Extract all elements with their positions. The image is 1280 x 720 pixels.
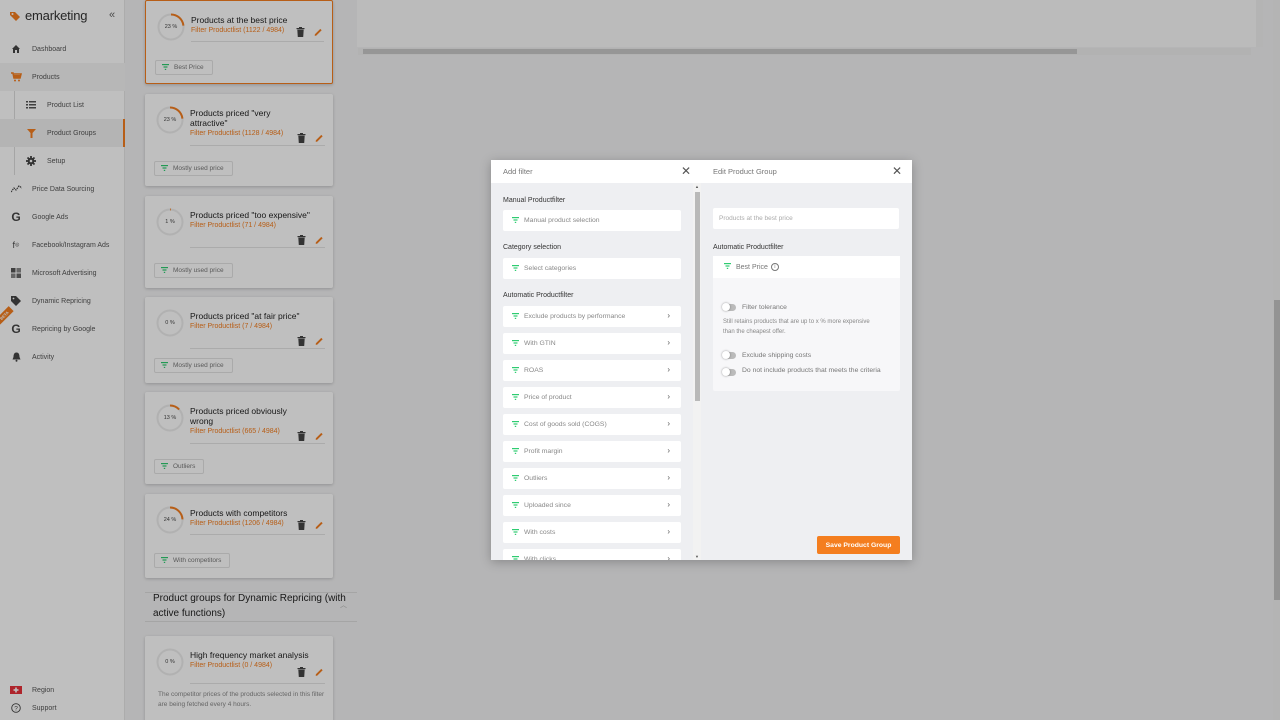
filter-icon bbox=[512, 339, 519, 348]
exclude-matching-row: Do not include products that meets the c… bbox=[722, 365, 888, 376]
filter-icon bbox=[512, 366, 519, 375]
filter-icon bbox=[512, 528, 519, 537]
filter-icon bbox=[512, 393, 519, 402]
add-filter-panel: Manual Productfilter Manual product sele… bbox=[491, 183, 693, 560]
chevron-right-icon: › bbox=[667, 311, 670, 320]
exclude-shipping-toggle[interactable] bbox=[722, 351, 736, 359]
automatic-filter-option[interactable]: Exclude products by performance › bbox=[503, 306, 681, 327]
category-selection-label: Category selection bbox=[503, 244, 561, 251]
filter-icon bbox=[512, 555, 519, 561]
chevron-right-icon: › bbox=[667, 500, 670, 509]
save-product-group-button[interactable]: Save Product Group bbox=[817, 536, 900, 554]
edit-group-panel: Automatic Productfilter Best Price i Fil… bbox=[701, 183, 912, 560]
filter-row-label: ROAS bbox=[524, 367, 544, 374]
exclude-matching-toggle[interactable] bbox=[722, 368, 736, 376]
automatic-filter-option[interactable]: ROAS › bbox=[503, 360, 681, 381]
rule-header: Best Price i bbox=[713, 256, 900, 278]
filter-row-label: Exclude products by performance bbox=[524, 313, 626, 320]
filter-row-label: Profit margin bbox=[524, 448, 563, 455]
filter-row-label: With GTIN bbox=[524, 340, 556, 347]
filter-icon bbox=[512, 216, 519, 225]
chevron-right-icon: › bbox=[667, 446, 670, 455]
chevron-right-icon: › bbox=[667, 365, 670, 374]
automatic-filter-label: Automatic Productfilter bbox=[503, 292, 574, 299]
chevron-right-icon: › bbox=[667, 527, 670, 536]
filter-row-label: Outliers bbox=[524, 475, 548, 482]
automatic-filter-option[interactable]: With clicks › bbox=[503, 549, 681, 560]
filter-icon bbox=[512, 447, 519, 456]
automatic-filter-option[interactable]: Outliers › bbox=[503, 468, 681, 489]
manual-filter-label: Manual Productfilter bbox=[503, 197, 566, 204]
filter-icon bbox=[512, 420, 519, 429]
edit-group-header: Edit Product Group ✕ bbox=[701, 160, 912, 183]
automatic-filter-option[interactable]: Profit margin › bbox=[503, 441, 681, 462]
filter-tolerance-description: Still retains products that are up to x … bbox=[723, 319, 870, 335]
filter-icon bbox=[512, 264, 519, 273]
info-icon[interactable]: i bbox=[770, 263, 779, 271]
automatic-filter-option[interactable]: With GTIN › bbox=[503, 333, 681, 354]
automatic-filter-option[interactable]: With costs › bbox=[503, 522, 681, 543]
filter-icon bbox=[512, 474, 519, 483]
close-icon[interactable]: ✕ bbox=[892, 165, 902, 177]
manual-product-selection-button[interactable]: Manual product selection bbox=[503, 210, 681, 231]
exclude-matching-label: Do not include products that meets the c… bbox=[742, 367, 881, 374]
add-filter-title: Add filter bbox=[503, 167, 533, 176]
close-icon[interactable]: ✕ bbox=[681, 165, 691, 177]
add-filter-header: Add filter ✕ bbox=[491, 160, 701, 183]
automatic-filter-option[interactable]: Uploaded since › bbox=[503, 495, 681, 516]
automatic-filter-label: Automatic Productfilter bbox=[713, 244, 784, 251]
scroll-down-icon[interactable]: ▼ bbox=[695, 554, 699, 559]
filter-tolerance-toggle[interactable] bbox=[722, 303, 736, 311]
exclude-shipping-label: Exclude shipping costs bbox=[742, 352, 812, 359]
filter-icon bbox=[512, 312, 519, 321]
filter-modal: Add filter ✕ Edit Product Group ✕ Manual… bbox=[491, 160, 912, 560]
automatic-filter-option[interactable]: Cost of goods sold (COGS) › bbox=[503, 414, 681, 435]
filter-row-label: Manual product selection bbox=[524, 217, 600, 224]
best-price-rule: Best Price i Filter tolerance Still reta… bbox=[713, 256, 900, 391]
filter-tolerance-label: Filter tolerance bbox=[742, 304, 787, 311]
filter-row-label: With costs bbox=[524, 529, 556, 536]
add-filter-scrollbar[interactable]: ▲ ▼ bbox=[693, 183, 701, 560]
exclude-shipping-row: Exclude shipping costs bbox=[722, 350, 812, 361]
chevron-right-icon: › bbox=[667, 338, 670, 347]
chevron-right-icon: › bbox=[667, 473, 670, 482]
scroll-up-icon[interactable]: ▲ bbox=[695, 184, 699, 189]
filter-row-label: Select categories bbox=[524, 265, 577, 272]
filter-tolerance-row: Filter tolerance bbox=[722, 302, 787, 313]
automatic-filter-option[interactable]: Price of product › bbox=[503, 387, 681, 408]
chevron-right-icon: › bbox=[667, 419, 670, 428]
rule-name: Best Price bbox=[736, 263, 768, 271]
filter-icon bbox=[512, 501, 519, 510]
filter-icon bbox=[724, 263, 731, 271]
filter-row-label: Cost of goods sold (COGS) bbox=[524, 421, 607, 428]
select-categories-button[interactable]: Select categories bbox=[503, 258, 681, 279]
chevron-right-icon: › bbox=[667, 554, 670, 560]
edit-group-title: Edit Product Group bbox=[713, 167, 777, 176]
filter-row-label: Price of product bbox=[524, 394, 572, 401]
group-name-input[interactable] bbox=[713, 208, 899, 229]
filter-row-label: Uploaded since bbox=[524, 502, 571, 509]
filter-row-label: With clicks bbox=[524, 556, 557, 560]
scrollbar-thumb[interactable] bbox=[695, 192, 700, 401]
chevron-right-icon: › bbox=[667, 392, 670, 401]
